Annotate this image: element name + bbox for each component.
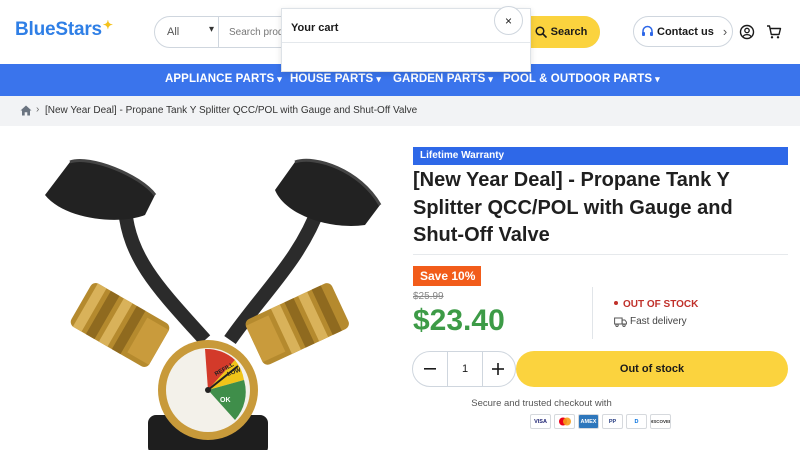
stock-status-label: OUT OF STOCK	[623, 299, 699, 310]
payment-methods: VISA AMEX PP D DISCOVER	[530, 414, 671, 429]
decrease-quantity-button[interactable]	[413, 352, 447, 386]
chevron-right-icon: ›	[36, 104, 40, 115]
compare-price: $25.99	[413, 291, 444, 302]
product-price: $23.40	[413, 304, 505, 337]
nav-item-label: APPLIANCE PARTS	[165, 73, 275, 85]
gauge-ok-label: OK	[220, 397, 231, 404]
divider	[592, 287, 593, 339]
brand-name: BlueStars	[15, 19, 102, 40]
out-of-stock-button[interactable]: Out of stock	[516, 351, 788, 387]
nav-item-label: HOUSE PARTS	[290, 73, 374, 85]
cart-title: Your cart	[291, 22, 339, 34]
chevron-right-icon: ›	[722, 24, 728, 39]
close-cart-button[interactable]: ×	[494, 6, 523, 35]
cart-icon[interactable]	[766, 24, 782, 40]
breadcrumb: › [New Year Deal] - Propane Tank Y Split…	[0, 96, 800, 126]
paypal-icon: PP	[602, 414, 623, 429]
chevron-down-icon: ▾	[208, 24, 214, 35]
nav-item-label: GARDEN PARTS	[393, 73, 486, 85]
save-badge: Save 10%	[413, 266, 481, 286]
divider	[413, 254, 788, 255]
cart-divider	[282, 42, 530, 43]
quantity-stepper: 1	[412, 351, 516, 387]
account-icon[interactable]	[739, 24, 755, 40]
nav-item-garden-parts[interactable]: GARDEN PARTS ▾	[393, 73, 493, 85]
mastercard-icon	[554, 414, 575, 429]
breadcrumb-current: [New Year Deal] - Propane Tank Y Splitte…	[45, 105, 418, 116]
discover-icon: DISCOVER	[650, 414, 671, 429]
cart-drawer: Your cart ×	[281, 6, 531, 72]
visa-icon: VISA	[530, 414, 551, 429]
nav-item-label: POOL & OUTDOOR PARTS	[503, 73, 653, 85]
chevron-down-icon: ▾	[488, 74, 493, 84]
diners-icon: D	[626, 414, 647, 429]
warranty-badge: Lifetime Warranty	[413, 147, 788, 165]
category-select[interactable]: All ▾	[155, 17, 219, 47]
plus-icon	[492, 363, 504, 375]
nav-item-appliance-parts[interactable]: APPLIANCE PARTS ▾	[165, 73, 282, 85]
close-icon: ×	[504, 13, 512, 28]
minus-icon	[424, 368, 436, 370]
delivery-info: Fast delivery	[614, 316, 687, 327]
truck-icon	[614, 317, 627, 327]
brand-logo[interactable]: BlueStars✦	[15, 18, 113, 41]
star-icon: ✦	[102, 18, 113, 32]
increase-quantity-button[interactable]	[481, 352, 515, 386]
status-dot-icon	[614, 301, 618, 305]
category-value: All	[167, 26, 180, 38]
product-title: [New Year Deal] - Propane Tank Y Splitte…	[413, 169, 733, 246]
chevron-down-icon: ▾	[277, 74, 282, 84]
quantity-input[interactable]: 1	[447, 352, 483, 386]
stock-status: OUT OF STOCK	[614, 299, 698, 310]
home-icon[interactable]	[20, 105, 32, 116]
chevron-down-icon: ▾	[376, 74, 381, 84]
amex-icon: AMEX	[578, 414, 599, 429]
delivery-label: Fast delivery	[630, 316, 687, 327]
chevron-down-icon: ▾	[655, 74, 660, 84]
nav-item-house-parts[interactable]: HOUSE PARTS ▾	[290, 73, 381, 85]
nav-item-pool-outdoor-parts[interactable]: POOL & OUTDOOR PARTS ▾	[503, 73, 660, 85]
product-image[interactable]: REFILL LOW OK	[30, 150, 390, 450]
secure-checkout-text: Secure and trusted checkout with	[471, 398, 612, 409]
